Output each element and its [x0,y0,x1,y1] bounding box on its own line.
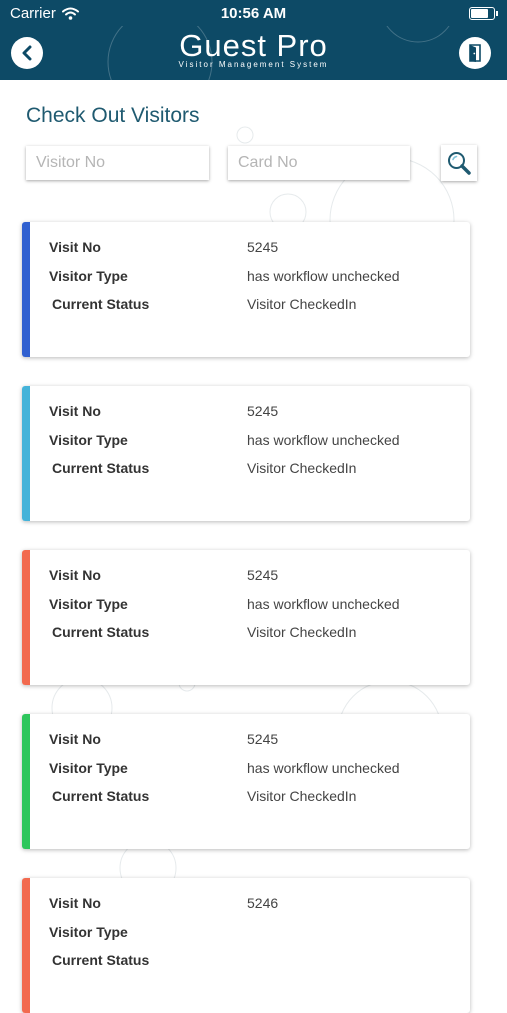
visit-no-label: Visit No [49,403,101,419]
visitor-type-label: Visitor Type [49,596,128,612]
visitor-no-input[interactable] [26,146,209,180]
page-title: Check Out Visitors [26,104,200,127]
battery-level [471,9,489,18]
current-status-value: Visitor CheckedIn [247,624,357,640]
visit-no-value: 5245 [247,403,279,419]
search-button[interactable] [441,145,477,181]
visitor-card[interactable]: Visit No 5245 Visitor Type has workflow unc… [22,386,470,521]
card-accent-stripe [22,714,30,849]
card-accent-stripe [22,550,30,685]
app-title: Guest Pro [179,28,328,63]
visit-no-label: Visit No [49,239,101,255]
brand-logo: Guest Pro Visitor Management System [0,28,507,69]
visit-no-value: 5246 [247,895,279,911]
visit-no-value: 5245 [247,731,279,747]
current-status-label: Current Status [52,788,150,804]
visitor-type-label: Visitor Type [49,760,128,776]
visitor-type-label: Visitor Type [49,268,128,284]
current-status-value: Visitor CheckedIn [247,788,357,804]
card-accent-stripe [22,878,30,1013]
current-status-value: Visitor CheckedIn [247,460,357,476]
current-status-label: Current Status [52,624,150,640]
visitor-card[interactable]: Visit No 5246 Visitor Type Current Status [22,878,470,1013]
visitor-type-value: has workflow unchecked [247,432,400,448]
visit-no-value: 5245 [247,567,279,583]
current-status-label: Current Status [52,952,150,968]
visitor-card[interactable]: Visit No 5245 Visitor Type has workflow unc… [22,222,470,357]
visitor-type-value: has workflow unchecked [247,268,400,284]
app-subtitle: Visitor Management System [178,60,329,69]
visit-no-label: Visit No [49,567,101,583]
door-exit-icon [469,44,481,62]
visitor-type-value: has workflow unchecked [247,760,400,776]
current-status-label: Current Status [52,460,150,476]
status-bar: Carrier 10:56 AM [0,0,507,26]
visit-no-value: 5245 [247,239,279,255]
card-no-input[interactable] [228,146,410,180]
search-icon [448,152,471,175]
visitor-type-value: has workflow unchecked [247,596,400,612]
visitor-card[interactable]: Visit No 5245 Visitor Type has workflow unc… [22,550,470,685]
visitor-type-label: Visitor Type [49,432,128,448]
visit-no-label: Visit No [49,895,101,911]
status-time: 10:56 AM [220,5,287,22]
current-status-label: Current Status [52,296,150,312]
battery-icon [469,7,498,20]
visitor-type-label: Visitor Type [49,924,128,940]
card-accent-stripe [22,222,30,357]
nav-bar: Guest Pro Visitor Management System [0,26,507,80]
visitor-card[interactable]: Visit No 5245 Visitor Type has workflow unc… [22,714,470,849]
card-accent-stripe [22,386,30,521]
visit-no-label: Visit No [49,731,101,747]
exit-button[interactable] [459,37,491,69]
current-status-value: Visitor CheckedIn [247,296,357,312]
